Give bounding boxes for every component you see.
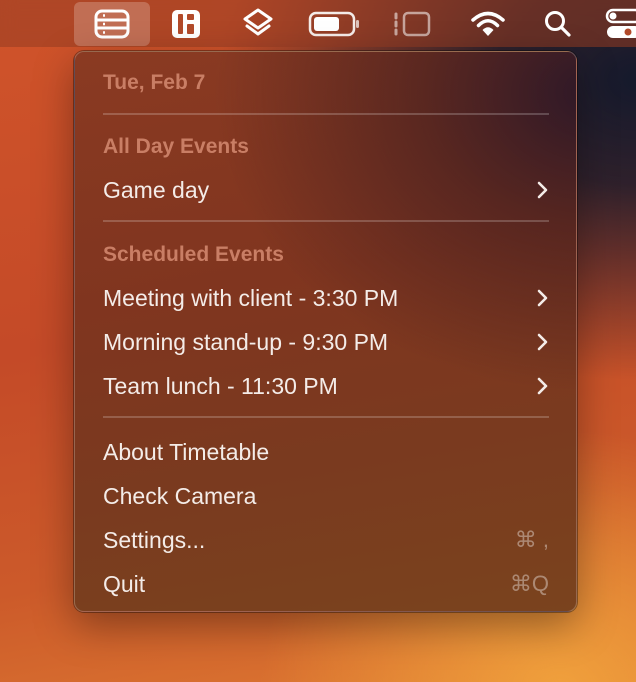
timetable-menu: Tue, Feb 7 All Day Events Game day Sched… xyxy=(74,51,577,612)
chevron-right-icon xyxy=(537,181,548,199)
menu-item-label: Quit xyxy=(103,571,146,597)
menu-item-quit[interactable]: Quit ⌘Q xyxy=(103,569,549,599)
separator xyxy=(103,416,549,418)
menu-item-settings[interactable]: Settings... ⌘ , xyxy=(103,525,549,555)
battery-icon[interactable] xyxy=(296,2,372,46)
wifi-icon[interactable] xyxy=(450,2,526,46)
menu-date-header: Tue, Feb 7 xyxy=(103,71,206,94)
menu-item-morning-stand-up[interactable]: Morning stand-up - 9:30 PM xyxy=(103,327,549,357)
menu-item-label: Game day xyxy=(103,177,210,203)
menu-item-label: Morning stand-up - 9:30 PM xyxy=(103,329,389,355)
search-icon[interactable] xyxy=(520,2,596,46)
menu-item-team-lunch[interactable]: Team lunch - 11:30 PM xyxy=(103,371,549,401)
menu-bar xyxy=(0,0,636,47)
scheduled-events-header: Scheduled Events xyxy=(103,243,284,266)
window-layout-icon[interactable] xyxy=(148,2,224,46)
chevron-right-icon xyxy=(537,333,548,351)
control-center-icon[interactable] xyxy=(598,2,636,46)
menu-item-label: About Timetable xyxy=(103,439,270,465)
chevron-right-icon xyxy=(537,289,548,307)
all-day-events-header: All Day Events xyxy=(103,135,249,158)
menu-item-game-day[interactable]: Game day xyxy=(103,175,549,205)
separator xyxy=(103,113,549,115)
keyboard-shortcut: ⌘ , xyxy=(514,527,549,552)
timetable-list-icon[interactable] xyxy=(74,2,150,46)
menu-item-about-timetable[interactable]: About Timetable xyxy=(103,437,549,467)
keyboard-shortcut: ⌘Q xyxy=(509,571,549,596)
menu-item-label: Team lunch - 11:30 PM xyxy=(103,373,338,399)
layers-icon[interactable] xyxy=(220,2,296,46)
menu-item-label: Check Camera xyxy=(103,483,257,509)
separator xyxy=(103,220,549,222)
menu-item-meeting-with-client[interactable]: Meeting with client - 3:30 PM xyxy=(103,283,549,313)
stage-manager-icon[interactable] xyxy=(374,2,450,46)
menu-item-check-camera[interactable]: Check Camera xyxy=(103,481,549,511)
menu-item-label: Settings... xyxy=(103,527,206,553)
menu-item-label: Meeting with client - 3:30 PM xyxy=(103,285,399,311)
chevron-right-icon xyxy=(537,377,548,395)
